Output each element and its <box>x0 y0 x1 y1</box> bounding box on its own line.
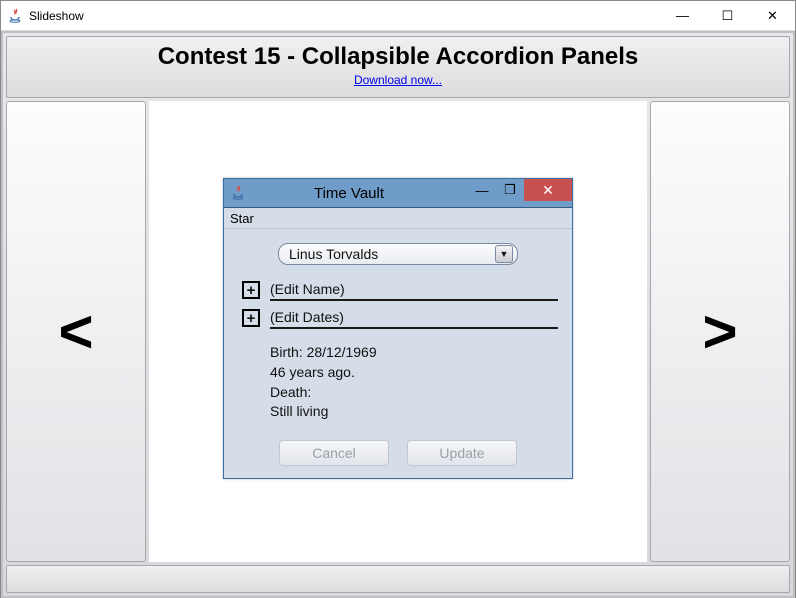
java-icon <box>7 8 23 24</box>
minimize-button[interactable]: — <box>660 1 705 30</box>
prev-button[interactable]: < <box>6 101 146 562</box>
header-panel: Contest 15 - Collapsible Accordion Panel… <box>6 36 790 98</box>
slide-area: Time Vault — ❐ ✕ Star Linus Torvalds ▼ <box>149 101 647 562</box>
timevault-window: Time Vault — ❐ ✕ Star Linus Torvalds ▼ <box>223 178 573 478</box>
next-button[interactable]: > <box>650 101 790 562</box>
close-icon: ✕ <box>542 182 554 199</box>
birth-line: Birth: 28/12/1969 <box>270 343 558 363</box>
window-title: Slideshow <box>29 9 84 23</box>
download-link[interactable]: Download now... <box>354 73 442 87</box>
expand-name-toggle[interactable]: + <box>242 281 260 299</box>
person-dropdown[interactable]: Linus Torvalds ▼ <box>278 243 518 265</box>
person-info: Birth: 28/12/1969 46 years ago. Death: S… <box>238 343 558 421</box>
cancel-button[interactable]: Cancel <box>279 440 389 466</box>
maximize-icon: ☐ <box>722 8 734 24</box>
dropdown-value: Linus Torvalds <box>289 246 378 262</box>
timevault-body: Linus Torvalds ▼ + + Birth: 28/12/1969 4… <box>224 229 572 477</box>
page-title: Contest 15 - Collapsible Accordion Panel… <box>7 43 789 71</box>
expand-dates-toggle[interactable]: + <box>242 309 260 327</box>
tv-minimize-button[interactable]: — <box>468 179 496 201</box>
menu-star[interactable]: Star <box>230 211 254 226</box>
edit-dates-row: + <box>238 307 558 329</box>
update-button[interactable]: Update <box>407 440 517 466</box>
chevron-down-icon: ▼ <box>495 245 513 263</box>
window-titlebar: Slideshow — ☐ ✕ <box>1 1 795 31</box>
cancel-label: Cancel <box>312 445 356 461</box>
death-label: Death: <box>270 383 558 403</box>
close-button[interactable]: ✕ <box>750 1 795 30</box>
edit-name-field[interactable] <box>270 279 558 301</box>
death-value: Still living <box>270 402 558 422</box>
app-content: Contest 15 - Collapsible Accordion Panel… <box>1 31 795 598</box>
chevron-right-icon: > <box>702 297 737 366</box>
edit-name-row: + <box>238 279 558 301</box>
maximize-icon: ❐ <box>504 182 516 198</box>
timevault-buttons: Cancel Update <box>238 440 558 466</box>
timevault-title: Time Vault <box>230 185 468 202</box>
slide-row: < Time Vault — ❐ ✕ Star <box>6 101 790 562</box>
edit-dates-field[interactable] <box>270 307 558 329</box>
footer-panel <box>6 565 790 593</box>
chevron-left-icon: < <box>58 297 93 366</box>
age-line: 46 years ago. <box>270 363 558 383</box>
update-label: Update <box>439 445 484 461</box>
tv-maximize-button[interactable]: ❐ <box>496 179 524 201</box>
maximize-button[interactable]: ☐ <box>705 1 750 30</box>
timevault-menubar: Star <box>224 207 572 229</box>
timevault-titlebar: Time Vault — ❐ ✕ <box>224 179 572 207</box>
minimize-icon: — <box>676 8 689 23</box>
minimize-icon: — <box>476 183 489 198</box>
tv-close-button[interactable]: ✕ <box>524 179 572 201</box>
close-icon: ✕ <box>767 8 778 24</box>
